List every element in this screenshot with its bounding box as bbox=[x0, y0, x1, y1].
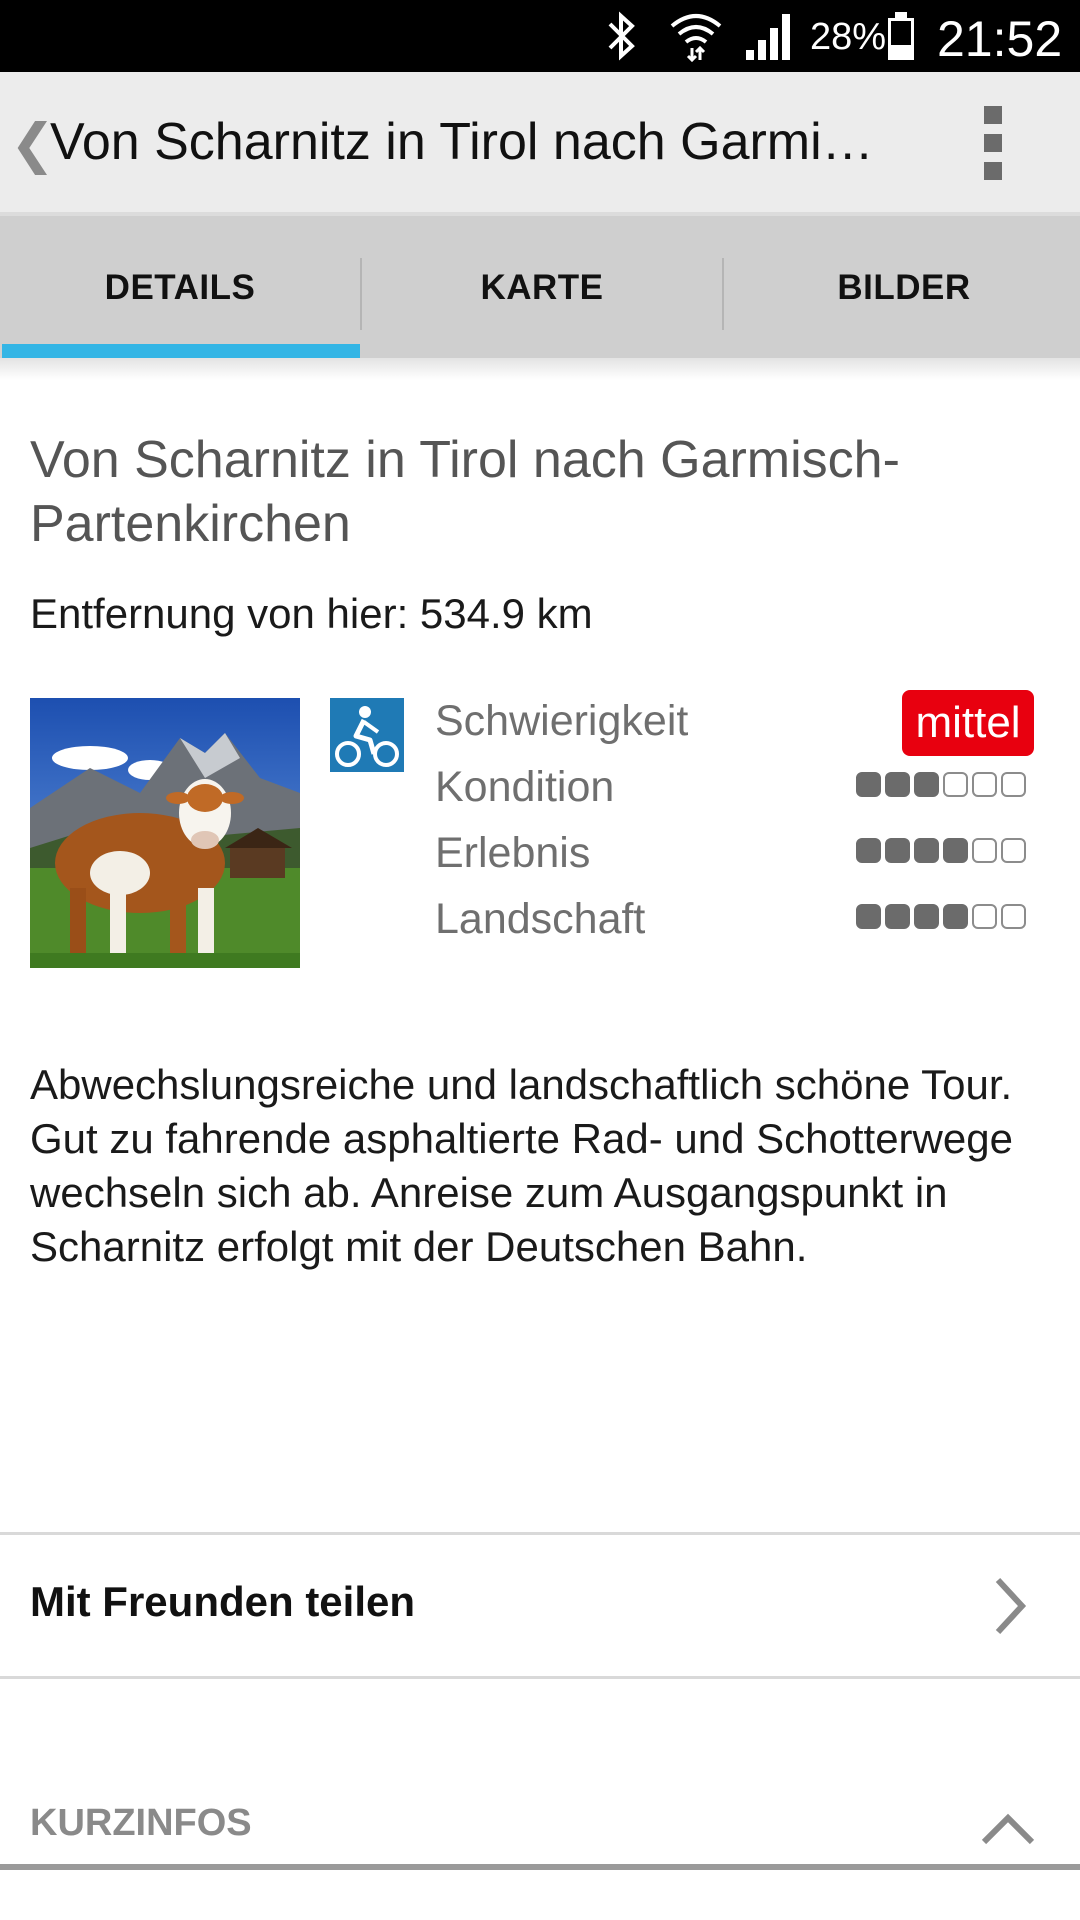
bicycle-icon bbox=[330, 698, 404, 772]
tab-shadow bbox=[0, 358, 1080, 380]
page-title: Von Scharnitz in Tirol nach Garmi… bbox=[50, 113, 874, 171]
tour-title: Von Scharnitz in Tirol nach Garmisch-Par… bbox=[30, 431, 900, 553]
signal-icon bbox=[746, 14, 790, 60]
rating-square-filled bbox=[856, 838, 881, 863]
wifi-icon bbox=[670, 14, 722, 62]
overflow-menu-icon[interactable] bbox=[984, 106, 1008, 182]
rating-square-empty bbox=[1001, 838, 1026, 863]
experience-label: Erlebnis bbox=[435, 829, 591, 877]
rating-square-filled bbox=[885, 772, 910, 797]
rating-square-filled bbox=[914, 838, 939, 863]
condition-label: Kondition bbox=[435, 763, 615, 811]
share-label: Mit Freunden teilen bbox=[30, 1578, 416, 1625]
rating-square-empty bbox=[943, 772, 968, 797]
battery-percentage: 28% bbox=[810, 16, 887, 58]
tab-karte[interactable]: KARTE bbox=[362, 216, 722, 360]
landscape-label: Landschaft bbox=[435, 895, 646, 943]
rating-square-filled bbox=[943, 904, 968, 929]
divider bbox=[0, 1532, 1080, 1535]
share-with-friends-row[interactable]: Mit Freunden teilen bbox=[0, 1536, 1080, 1676]
rating-square-filled bbox=[856, 772, 881, 797]
battery-icon bbox=[888, 12, 914, 60]
tab-bar: DETAILS KARTE BILDER bbox=[0, 212, 1080, 364]
chevron-right-icon bbox=[995, 1577, 1027, 1635]
action-bar: ❮ Von Scharnitz in Tirol nach Garmi… bbox=[0, 72, 1080, 212]
bluetooth-icon bbox=[608, 11, 635, 61]
status-bar: 28% 21:52 bbox=[0, 0, 1080, 72]
rating-square-filled bbox=[943, 838, 968, 863]
kurzinfos-header[interactable]: KURZINFOS bbox=[30, 1802, 252, 1845]
condition-rating bbox=[856, 772, 1030, 802]
cow-image bbox=[30, 698, 300, 968]
rating-square-filled bbox=[885, 838, 910, 863]
difficulty-badge: mittel bbox=[902, 690, 1034, 756]
distance-from-here: Entfernung von hier: 534.9 km bbox=[30, 590, 593, 637]
rating-square-filled bbox=[885, 904, 910, 929]
tab-selected-indicator bbox=[2, 344, 360, 358]
rating-square-empty bbox=[1001, 904, 1026, 929]
landscape-rating bbox=[856, 904, 1030, 934]
rating-square-empty bbox=[972, 904, 997, 929]
rating-square-empty bbox=[972, 772, 997, 797]
divider bbox=[0, 1676, 1080, 1679]
rating-square-filled bbox=[914, 904, 939, 929]
clock: 21:52 bbox=[937, 11, 1063, 67]
rating-square-empty bbox=[972, 838, 997, 863]
rating-square-filled bbox=[914, 772, 939, 797]
difficulty-label: Schwierigkeit bbox=[435, 697, 689, 745]
experience-rating bbox=[856, 838, 1030, 868]
tour-description: Abwechslungsreiche und landschaftlich sc… bbox=[30, 1061, 1013, 1270]
tab-bilder[interactable]: BILDER bbox=[724, 216, 1080, 360]
rating-square-empty bbox=[1001, 772, 1026, 797]
back-chevron-icon[interactable]: ❮ bbox=[10, 112, 55, 175]
tab-details[interactable]: DETAILS bbox=[0, 216, 360, 360]
section-rule bbox=[0, 1864, 1080, 1870]
rating-square-filled bbox=[856, 904, 881, 929]
chevron-up-icon[interactable] bbox=[980, 1810, 1036, 1846]
tour-thumbnail[interactable] bbox=[30, 698, 300, 968]
